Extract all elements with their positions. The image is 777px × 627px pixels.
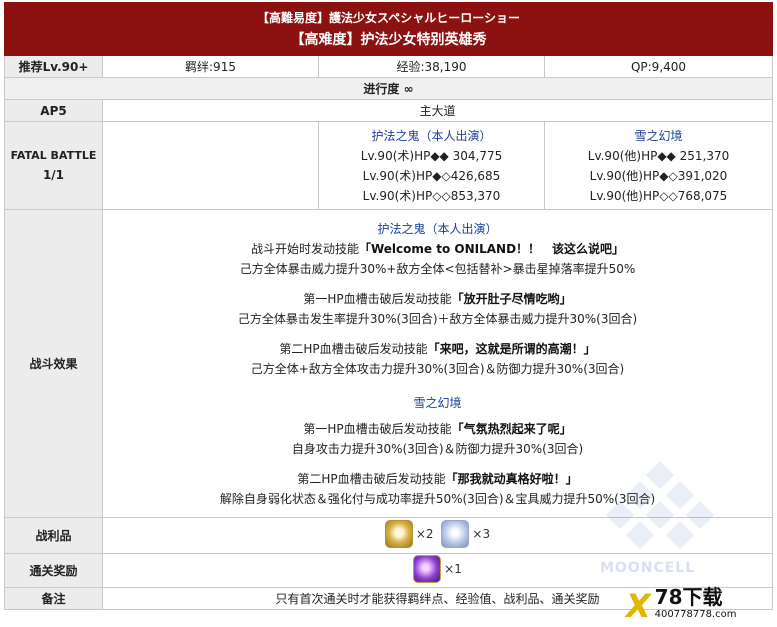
effect-1-2-trigger: 第一HP血槽击破后发动技能 bbox=[303, 291, 452, 306]
battle-effects-cell: 护法之鬼（本人出演） 战斗开始时发动技能「Welcome to ONILAND！… bbox=[102, 209, 773, 518]
progress-label: 进行度 ∞ bbox=[4, 77, 773, 100]
enemy-2-cell: 雪之幻境 Lv.90(他)HP◆◆ 251,370 Lv.90(他)HP◆◇39… bbox=[544, 121, 773, 210]
clear-reward-label: 通关奖励 bbox=[4, 553, 103, 588]
drop-item-1-count: ×2 bbox=[415, 527, 434, 541]
golden-grail-icon[interactable] bbox=[384, 520, 413, 548]
battle-label-cell: FATAL BATTLE 1/1 bbox=[4, 121, 103, 210]
quest-page: 【高難易度】護法少女スペシャルヒーローショー 【高难度】护法少女特别英雄秀 推荐… bbox=[0, 0, 777, 627]
effect-2-2-trigger: 第二HP血槽击破后发动技能 bbox=[297, 471, 446, 486]
drop-item-2-count: ×3 bbox=[472, 527, 491, 541]
effects-content: 护法之鬼（本人出演） 战斗开始时发动技能「Welcome to ONILAND！… bbox=[103, 219, 772, 509]
drops-cell: ×2 ×3 bbox=[102, 517, 773, 554]
effect-1-2-line: 第一HP血槽击破后发动技能「放开肚子尽情吃哟」 bbox=[103, 289, 772, 309]
logo-title: 78下载 bbox=[654, 585, 723, 609]
logo-url: 400778778.com bbox=[654, 609, 737, 620]
qp-value: QP:9,400 bbox=[544, 55, 773, 78]
enemy-1-name[interactable]: 护法之鬼（本人出演） bbox=[319, 126, 544, 146]
effect-1-1-line: 战斗开始时发动技能「Welcome to ONILAND！！ 该这么说吧」 bbox=[103, 239, 772, 259]
enemy-1-hp-bar3: Lv.90(术)HP◇◇853,370 bbox=[362, 188, 501, 203]
effect-2-2-skill: 「那我就动真格好啦！」 bbox=[445, 471, 578, 486]
saint-quartz-icon[interactable] bbox=[413, 555, 442, 583]
logo-text: 78下载 400778778.com bbox=[654, 585, 737, 624]
reward-item: ×1 bbox=[413, 555, 462, 583]
effect-2-2-line: 第二HP血槽击破后发动技能「那我就动真格好啦！」 bbox=[103, 469, 772, 489]
location-value: 主大道 bbox=[102, 99, 773, 122]
effect-1-3-desc: 己方全体+敌方全体攻击力提升30%(3回合)＆防御力提升30%(3回合) bbox=[250, 361, 625, 376]
recommended-level-label: 推荐Lv.90+ bbox=[4, 55, 103, 78]
ap-label: AP5 bbox=[4, 99, 103, 122]
exp-value: 经验:38,190 bbox=[318, 55, 545, 78]
bond-value: 羁绊:915 bbox=[102, 55, 319, 78]
effect-1-2-skill: 「放开肚子尽情吃哟」 bbox=[451, 291, 572, 306]
drops-label: 战利品 bbox=[4, 517, 103, 554]
logo-mark: X bbox=[626, 587, 651, 625]
drop-item-1: ×2 bbox=[384, 520, 434, 548]
enemy-1-cell: 护法之鬼（本人出演） Lv.90(术)HP◆◆ 304,775 Lv.90(术)… bbox=[318, 121, 545, 210]
effect-1-3-skill: 「来吧，这就是所谓的高潮！」 bbox=[427, 341, 596, 356]
effect-1-1-trigger: 战斗开始时发动技能 bbox=[250, 241, 359, 256]
effect-1-3-trigger: 第二HP血槽击破后发动技能 bbox=[279, 341, 428, 356]
effect-2-1-skill: 「气氛热烈起来了呢」 bbox=[451, 421, 572, 436]
empty-cell bbox=[102, 121, 319, 210]
effect-2-1-desc: 自身攻击力提升30%(3回合)＆防御力提升30%(3回合) bbox=[291, 441, 584, 456]
enemy-2-hp-bar1: Lv.90(他)HP◆◆ 251,370 bbox=[587, 148, 730, 163]
quest-title-cn: 【高难度】护法少女特别英雄秀 bbox=[4, 26, 773, 56]
enemy-1-hp-bar2: Lv.90(术)HP◆◇426,685 bbox=[362, 168, 501, 183]
effect-1-1-skill: 「Welcome to ONILAND！！ 该这么说吧」 bbox=[358, 241, 625, 256]
quest-table: 【高難易度】護法少女スペシャルヒーローショー 【高难度】护法少女特别英雄秀 推荐… bbox=[4, 2, 773, 610]
drop-item-2: ×3 bbox=[441, 520, 490, 548]
crystal-icon[interactable] bbox=[441, 520, 470, 548]
enemy-2-name[interactable]: 雪之幻境 bbox=[545, 126, 772, 146]
battle-effects-label: 战斗效果 bbox=[4, 209, 103, 518]
reward-item-count: ×1 bbox=[444, 562, 462, 576]
site-logo[interactable]: X 78下载 400778778.com bbox=[626, 585, 774, 625]
effect-1-3-line: 第二HP血槽击破后发动技能「来吧，这就是所谓的高潮！」 bbox=[103, 339, 772, 359]
enemy-2-hp-bar3: Lv.90(他)HP◇◇768,075 bbox=[589, 188, 728, 203]
effect-2-2-desc: 解除自身弱化状态＆强化付与成功率提升50%(3回合)＆宝具威力提升50%(3回合… bbox=[219, 491, 656, 506]
effect-group-2-name[interactable]: 雪之幻境 bbox=[103, 393, 772, 413]
effect-1-2-desc: 己方全体暴击发生率提升30%(3回合)＋敌方全体暴击威力提升30%(3回合) bbox=[237, 311, 638, 326]
enemy-2-hp-bar2: Lv.90(他)HP◆◇391,020 bbox=[589, 168, 728, 183]
enemy-1-hp-bar1: Lv.90(术)HP◆◆ 304,775 bbox=[360, 148, 503, 163]
note-label: 备注 bbox=[4, 587, 103, 610]
effect-group-1-name[interactable]: 护法之鬼（本人出演） bbox=[103, 219, 772, 239]
mooncell-watermark-text: MOONCELL bbox=[600, 560, 696, 576]
effect-2-1-line: 第一HP血槽击破后发动技能「气氛热烈起来了呢」 bbox=[103, 419, 772, 439]
effect-1-1-desc: 己方全体暴击威力提升30%+敌方全体<包括替补>暴击星掉落率提升50% bbox=[239, 261, 636, 276]
fatal-battle-label: FATAL BATTLE bbox=[10, 149, 97, 162]
quest-title-jp: 【高難易度】護法少女スペシャルヒーローショー bbox=[4, 2, 773, 27]
effect-2-1-trigger: 第一HP血槽击破后发动技能 bbox=[303, 421, 452, 436]
wave-count: 1/1 bbox=[42, 168, 65, 182]
